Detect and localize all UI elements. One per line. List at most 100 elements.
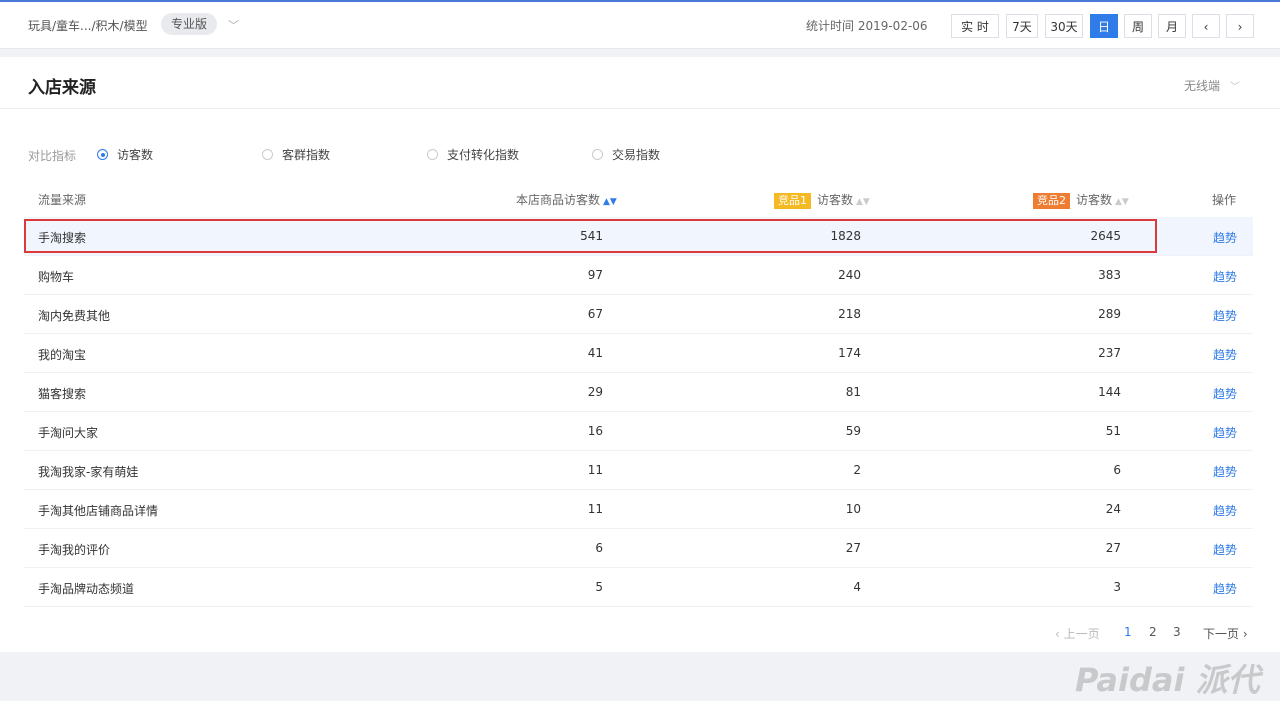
range-realtime-button[interactable]: 实 时	[951, 14, 999, 38]
divider	[0, 108, 1280, 109]
metric-radio-conversion-index[interactable]: 支付转化指数	[427, 146, 519, 163]
row-source: 购物车	[38, 270, 75, 284]
sort-icon[interactable]: ▲▼	[603, 197, 617, 207]
row-comp2-value: 51	[1105, 424, 1121, 438]
row-own-value: 97	[587, 268, 603, 282]
row-comp1-value: 2	[853, 463, 861, 477]
range-30d-button[interactable]: 30天	[1045, 14, 1083, 38]
radio-checked-icon	[97, 149, 108, 160]
row-source: 淘内免费其他	[38, 309, 111, 323]
table-row: 我的淘宝 41 174 237 趋势	[24, 334, 1253, 373]
trend-link[interactable]: 趋势	[1213, 385, 1237, 402]
trend-link[interactable]: 趋势	[1213, 424, 1237, 441]
row-source: 我的淘宝	[38, 348, 87, 362]
radio-unchecked-icon	[262, 149, 273, 160]
metric-label: 对比指标	[28, 149, 77, 163]
row-comp1-value: 240	[838, 268, 861, 282]
radio-unchecked-icon	[592, 149, 603, 160]
top-bar: 玩具/童车.../积木/模型 专业版 ﹀ 统计时间 2019-02-06 实 时…	[0, 2, 1280, 49]
row-source: 手淘品牌动态频道	[38, 582, 135, 596]
device-select-label: 无线端	[1184, 79, 1221, 93]
metric-radio-customer-index[interactable]: 客群指数	[262, 146, 330, 163]
metric-option-label: 支付转化指数	[447, 148, 520, 162]
row-comp2-value: 6	[1113, 463, 1121, 477]
row-comp1-value: 59	[845, 424, 861, 438]
trend-link[interactable]: 趋势	[1213, 346, 1237, 363]
row-own-value: 41	[587, 346, 603, 360]
page-2-button[interactable]: 2	[1149, 625, 1157, 639]
highlight-annotation-box	[24, 219, 1157, 253]
metric-option-label: 访客数	[117, 148, 154, 162]
sort-icon[interactable]: ▲▼	[856, 197, 870, 207]
column-header-own[interactable]: 本店商品访客数 ▲▼	[516, 191, 617, 208]
stat-time: 统计时间 2019-02-06	[806, 19, 928, 33]
row-own-value: 16	[587, 424, 603, 438]
trend-link[interactable]: 趋势	[1213, 502, 1237, 519]
range-month-button[interactable]: 月	[1158, 14, 1186, 38]
chevron-down-icon: ﹀	[1229, 82, 1240, 93]
table-row: 手淘其他店铺商品详情 11 10 24 趋势	[24, 490, 1253, 529]
row-comp1-value: 218	[838, 307, 861, 321]
watermark: Paidai 派代	[1075, 661, 1260, 699]
metric-radio-trade-index[interactable]: 交易指数	[592, 146, 660, 163]
category-breadcrumb[interactable]: 玩具/童车.../积木/模型	[28, 17, 148, 34]
metric-option-label: 客群指数	[282, 148, 331, 162]
panel-title: 入店来源	[28, 78, 96, 98]
column-header-comp2-label: 访客数	[1076, 193, 1113, 207]
next-page-button[interactable]: 下一页 ›	[1203, 625, 1248, 642]
chevron-down-icon[interactable]: ﹀	[228, 17, 239, 33]
row-source: 我淘我家-家有萌娃	[38, 465, 139, 479]
trend-link[interactable]: 趋势	[1213, 268, 1237, 285]
range-7d-button[interactable]: 7天	[1006, 14, 1038, 38]
table-row: 猫客搜索 29 81 144 趋势	[24, 373, 1253, 412]
row-comp2-value: 144	[1098, 385, 1121, 399]
sort-icon[interactable]: ▲▼	[1115, 197, 1129, 207]
table-row: 手淘问大家 16 59 51 趋势	[24, 412, 1253, 451]
page-1-button[interactable]: 1	[1124, 625, 1132, 639]
column-header-source: 流量来源	[38, 193, 87, 207]
table-row: 购物车 97 240 383 趋势	[24, 256, 1253, 295]
next-date-button[interactable]: ›	[1226, 14, 1254, 38]
prev-date-button[interactable]: ‹	[1192, 14, 1220, 38]
row-comp2-value: 3	[1113, 580, 1121, 594]
device-select[interactable]: 无线端 ﹀	[1184, 77, 1240, 94]
row-comp2-value: 289	[1098, 307, 1121, 321]
row-comp2-value: 27	[1105, 541, 1121, 555]
row-comp1-value: 27	[845, 541, 861, 555]
column-header-comp1-label: 访客数	[817, 193, 854, 207]
table-row: 淘内免费其他 67 218 289 趋势	[24, 295, 1253, 334]
row-own-value: 6	[595, 541, 603, 555]
row-comp2-value: 237	[1098, 346, 1121, 360]
row-comp1-value: 10	[845, 502, 861, 516]
column-header-own-label: 本店商品访客数	[516, 193, 601, 207]
row-own-value: 67	[587, 307, 603, 321]
trend-link[interactable]: 趋势	[1213, 580, 1237, 597]
column-header-action: 操作	[1212, 193, 1237, 207]
table-row: 手淘品牌动态频道 5 4 3 趋势	[24, 568, 1253, 607]
table-row: 手淘我的评价 6 27 27 趋势	[24, 529, 1253, 568]
row-comp1-value: 174	[838, 346, 861, 360]
row-source: 手淘其他店铺商品详情	[38, 504, 159, 518]
row-own-value: 11	[587, 463, 603, 477]
trend-link[interactable]: 趋势	[1213, 307, 1237, 324]
prev-page-button[interactable]: ‹ 上一页	[1055, 625, 1100, 642]
trend-link[interactable]: 趋势	[1213, 541, 1237, 558]
page-3-button[interactable]: 3	[1173, 625, 1181, 639]
range-week-button[interactable]: 周	[1124, 14, 1152, 38]
metric-option-label: 交易指数	[612, 148, 661, 162]
row-comp1-value: 81	[845, 385, 861, 399]
table-row: 我淘我家-家有萌娃 11 2 6 趋势	[24, 451, 1253, 490]
column-header-comp2[interactable]: 竞品2 访客数 ▲▼	[1033, 191, 1129, 209]
column-header-comp1[interactable]: 竞品1 访客数 ▲▼	[774, 191, 870, 209]
row-own-value: 29	[587, 385, 603, 399]
metric-radio-visitors[interactable]: 访客数	[97, 146, 153, 163]
traffic-source-panel: 入店来源 无线端 ﹀ 对比指标 访客数 客群指数 支付转化指数 交易指数 流量来…	[0, 57, 1280, 699]
row-comp2-value: 383	[1098, 268, 1121, 282]
comp1-tag: 竞品1	[774, 193, 811, 209]
row-source: 手淘问大家	[38, 426, 99, 440]
range-day-button[interactable]: 日	[1090, 14, 1118, 38]
edition-badge: 专业版	[161, 13, 218, 35]
row-source: 猫客搜索	[38, 387, 87, 401]
trend-link[interactable]: 趋势	[1213, 463, 1237, 480]
trend-link[interactable]: 趋势	[1213, 229, 1237, 246]
